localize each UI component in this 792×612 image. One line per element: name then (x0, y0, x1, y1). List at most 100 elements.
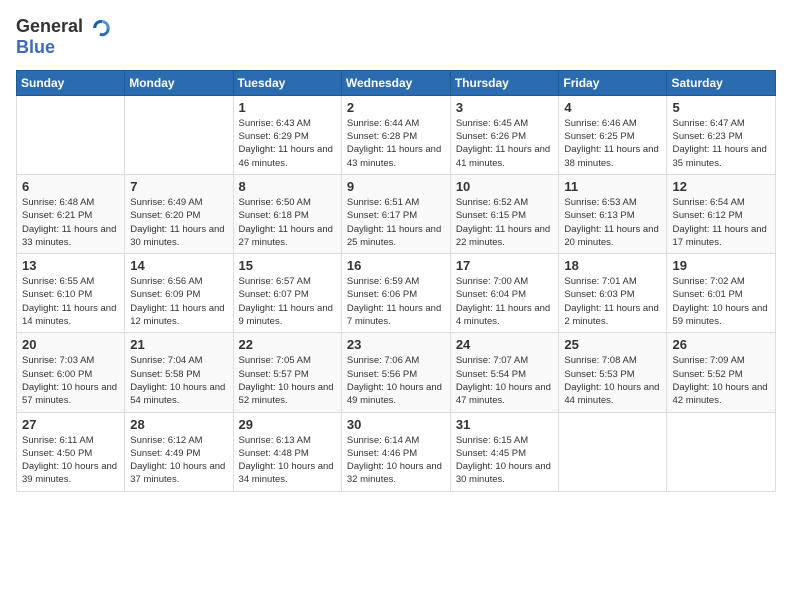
day-info: Sunrise: 6:46 AM Sunset: 6:25 PM Dayligh… (564, 117, 661, 170)
calendar-cell: 28Sunrise: 6:12 AM Sunset: 4:49 PM Dayli… (125, 412, 233, 491)
day-info: Sunrise: 6:48 AM Sunset: 6:21 PM Dayligh… (22, 196, 119, 249)
day-info: Sunrise: 6:14 AM Sunset: 4:46 PM Dayligh… (347, 434, 445, 487)
calendar-cell: 16 Sunrise: 6:59 AM Sunset: 6:06 PM Dayli… (341, 254, 450, 333)
day-info: Sunrise: 6:15 AM Sunset: 4:45 PM Dayligh… (456, 434, 554, 487)
day-info: Sunrise: 6:52 AM Sunset: 6:15 PM Dayligh… (456, 196, 554, 249)
day-info: Sunrise: 6:55 AM Sunset: 6:10 PM Dayligh… (22, 275, 119, 328)
logo-blue: Blue (16, 37, 112, 58)
day-number: 5 (672, 100, 770, 115)
weekday-header: Thursday (450, 70, 559, 95)
day-number: 9 (347, 179, 445, 194)
day-number: 25 (564, 337, 661, 352)
day-number: 2 (347, 100, 445, 115)
day-number: 29 (239, 417, 336, 432)
calendar-cell: 13 Sunrise: 6:55 AM Sunset: 6:10 PM Dayli… (17, 254, 125, 333)
day-number: 7 (130, 179, 227, 194)
day-info: Sunrise: 6:43 AM Sunset: 6:29 PM Dayligh… (239, 117, 336, 170)
calendar-cell: 29 Sunrise: 6:13 AM Sunset: 4:48 PM Dayli… (233, 412, 341, 491)
day-number: 8 (239, 179, 336, 194)
day-number: 15 (239, 258, 336, 273)
day-number: 26 (672, 337, 770, 352)
day-info: Sunrise: 6:13 AM Sunset: 4:48 PM Dayligh… (239, 434, 336, 487)
day-info: Sunrise: 6:50 AM Sunset: 6:18 PM Dayligh… (239, 196, 336, 249)
day-number: 11 (564, 179, 661, 194)
calendar-cell (559, 412, 667, 491)
day-number: 10 (456, 179, 554, 194)
calendar-cell: 21 Sunrise: 7:04 AM Sunset: 5:58 PM Dayli… (125, 333, 233, 412)
day-number: 4 (564, 100, 661, 115)
day-number: 30 (347, 417, 445, 432)
calendar-cell: 2 Sunrise: 6:44 AM Sunset: 6:28 PM Daylig… (341, 95, 450, 174)
calendar-cell: 14 Sunrise: 6:56 AM Sunset: 6:09 PM Dayli… (125, 254, 233, 333)
day-number: 28 (130, 417, 227, 432)
day-info: Sunrise: 7:04 AM Sunset: 5:58 PM Dayligh… (130, 354, 227, 407)
day-info: Sunrise: 6:45 AM Sunset: 6:26 PM Dayligh… (456, 117, 554, 170)
calendar-week-row: 13 Sunrise: 6:55 AM Sunset: 6:10 PM Dayli… (17, 254, 776, 333)
page-header: General Blue (16, 16, 776, 58)
weekday-header: Sunday (17, 70, 125, 95)
calendar-cell: 5 Sunrise: 6:47 AM Sunset: 6:23 PM Daylig… (667, 95, 776, 174)
day-info: Sunrise: 7:02 AM Sunset: 6:01 PM Dayligh… (672, 275, 770, 328)
day-number: 6 (22, 179, 119, 194)
calendar-table: SundayMondayTuesdayWednesdayThursdayFrid… (16, 70, 776, 492)
calendar-cell (667, 412, 776, 491)
day-info: Sunrise: 7:00 AM Sunset: 6:04 PM Dayligh… (456, 275, 554, 328)
calendar-cell: 25 Sunrise: 7:08 AM Sunset: 5:53 PM Dayli… (559, 333, 667, 412)
day-info: Sunrise: 6:53 AM Sunset: 6:13 PM Dayligh… (564, 196, 661, 249)
day-number: 12 (672, 179, 770, 194)
calendar-week-row: 1 Sunrise: 6:43 AM Sunset: 6:29 PM Daylig… (17, 95, 776, 174)
day-info: Sunrise: 6:44 AM Sunset: 6:28 PM Dayligh… (347, 117, 445, 170)
day-info: Sunrise: 6:47 AM Sunset: 6:23 PM Dayligh… (672, 117, 770, 170)
calendar-cell: 22 Sunrise: 7:05 AM Sunset: 5:57 PM Dayli… (233, 333, 341, 412)
calendar-week-row: 6 Sunrise: 6:48 AM Sunset: 6:21 PM Daylig… (17, 174, 776, 253)
calendar-cell: 11 Sunrise: 6:53 AM Sunset: 6:13 PM Dayli… (559, 174, 667, 253)
calendar-header-row: SundayMondayTuesdayWednesdayThursdayFrid… (17, 70, 776, 95)
calendar-cell: 18 Sunrise: 7:01 AM Sunset: 6:03 PM Dayli… (559, 254, 667, 333)
weekday-header: Monday (125, 70, 233, 95)
day-number: 14 (130, 258, 227, 273)
calendar-cell: 17Sunrise: 7:00 AM Sunset: 6:04 PM Dayli… (450, 254, 559, 333)
day-number: 18 (564, 258, 661, 273)
day-number: 16 (347, 258, 445, 273)
day-info: Sunrise: 7:01 AM Sunset: 6:03 PM Dayligh… (564, 275, 661, 328)
day-number: 23 (347, 337, 445, 352)
calendar-cell: 10 Sunrise: 6:52 AM Sunset: 6:15 PM Dayli… (450, 174, 559, 253)
calendar-cell: 7 Sunrise: 6:49 AM Sunset: 6:20 PM Daylig… (125, 174, 233, 253)
calendar-cell: 24Sunrise: 7:07 AM Sunset: 5:54 PM Dayli… (450, 333, 559, 412)
day-info: Sunrise: 6:59 AM Sunset: 6:06 PM Dayligh… (347, 275, 445, 328)
day-number: 21 (130, 337, 227, 352)
logo-general: General (16, 16, 83, 36)
day-info: Sunrise: 7:07 AM Sunset: 5:54 PM Dayligh… (456, 354, 554, 407)
day-info: Sunrise: 6:57 AM Sunset: 6:07 PM Dayligh… (239, 275, 336, 328)
weekday-header: Tuesday (233, 70, 341, 95)
day-number: 19 (672, 258, 770, 273)
day-info: Sunrise: 6:11 AM Sunset: 4:50 PM Dayligh… (22, 434, 119, 487)
day-info: Sunrise: 7:08 AM Sunset: 5:53 PM Dayligh… (564, 354, 661, 407)
day-number: 22 (239, 337, 336, 352)
calendar-cell: 15 Sunrise: 6:57 AM Sunset: 6:07 PM Dayli… (233, 254, 341, 333)
day-info: Sunrise: 6:49 AM Sunset: 6:20 PM Dayligh… (130, 196, 227, 249)
day-number: 3 (456, 100, 554, 115)
calendar-cell: 27 Sunrise: 6:11 AM Sunset: 4:50 PM Dayli… (17, 412, 125, 491)
day-number: 1 (239, 100, 336, 115)
logo-icon (90, 17, 112, 39)
day-number: 31 (456, 417, 554, 432)
calendar-week-row: 27 Sunrise: 6:11 AM Sunset: 4:50 PM Dayli… (17, 412, 776, 491)
calendar-cell: 3 Sunrise: 6:45 AM Sunset: 6:26 PM Daylig… (450, 95, 559, 174)
day-number: 13 (22, 258, 119, 273)
day-info: Sunrise: 6:51 AM Sunset: 6:17 PM Dayligh… (347, 196, 445, 249)
calendar-week-row: 20Sunrise: 7:03 AM Sunset: 6:00 PM Dayli… (17, 333, 776, 412)
calendar-cell: 31 Sunrise: 6:15 AM Sunset: 4:45 PM Dayli… (450, 412, 559, 491)
calendar-cell: 8 Sunrise: 6:50 AM Sunset: 6:18 PM Daylig… (233, 174, 341, 253)
day-info: Sunrise: 6:56 AM Sunset: 6:09 PM Dayligh… (130, 275, 227, 328)
calendar-cell: 20Sunrise: 7:03 AM Sunset: 6:00 PM Dayli… (17, 333, 125, 412)
day-info: Sunrise: 7:09 AM Sunset: 5:52 PM Dayligh… (672, 354, 770, 407)
weekday-header: Saturday (667, 70, 776, 95)
day-number: 20 (22, 337, 119, 352)
day-info: Sunrise: 7:05 AM Sunset: 5:57 PM Dayligh… (239, 354, 336, 407)
calendar-cell: 6 Sunrise: 6:48 AM Sunset: 6:21 PM Daylig… (17, 174, 125, 253)
day-info: Sunrise: 7:06 AM Sunset: 5:56 PM Dayligh… (347, 354, 445, 407)
weekday-header: Friday (559, 70, 667, 95)
day-number: 27 (22, 417, 119, 432)
calendar-cell: 1 Sunrise: 6:43 AM Sunset: 6:29 PM Daylig… (233, 95, 341, 174)
